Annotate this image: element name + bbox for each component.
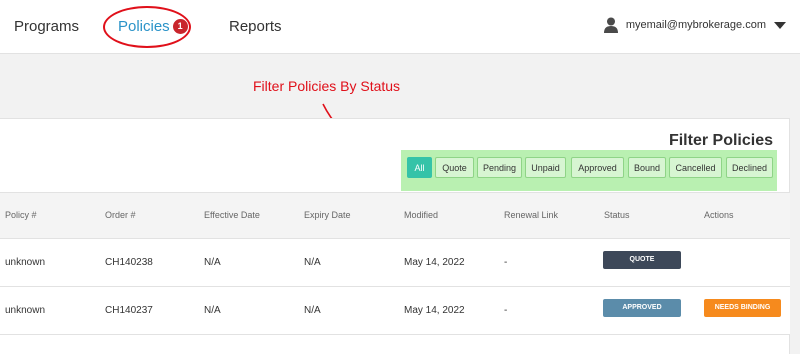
column-header-actions: Actions — [704, 210, 734, 220]
table-row[interactable]: unknown CH140237 N/A N/A May 14, 2022 - … — [0, 287, 790, 335]
nav-reports[interactable]: Reports — [229, 18, 282, 35]
status-badge: APPROVED — [603, 299, 681, 317]
status-filter-bar: All Quote Pending Unpaid Approved Bound … — [401, 150, 777, 191]
policy-number: unknown — [5, 305, 46, 316]
top-navigation: Programs Policies 1 Reports myemail@mybro… — [0, 0, 800, 54]
filter-cancelled-button[interactable]: Cancelled — [669, 157, 722, 178]
panel-title: Filter Policies — [668, 132, 773, 149]
nav-programs[interactable]: Programs — [14, 18, 79, 35]
column-header-renewal-link[interactable]: Renewal Link — [504, 210, 558, 220]
filter-declined-button[interactable]: Declined — [726, 157, 773, 178]
needs-binding-button[interactable]: NEEDS BINDING — [704, 299, 781, 317]
user-icon — [603, 17, 618, 33]
column-header-modified[interactable]: Modified — [404, 210, 438, 220]
nav-policies-label: Policies — [118, 18, 170, 35]
notification-badge: 1 — [172, 19, 188, 34]
caret-down-icon[interactable] — [774, 21, 786, 29]
column-header-status[interactable]: Status — [604, 210, 630, 220]
expiry-date: N/A — [304, 305, 321, 316]
modified-date: May 14, 2022 — [404, 257, 465, 268]
renewal-link: - — [504, 257, 508, 268]
filter-quote-button[interactable]: Quote — [435, 157, 474, 178]
policies-panel: Filter Policies All Quote Pending Unpaid… — [0, 118, 790, 354]
nav-policies[interactable]: Policies 1 — [118, 18, 188, 36]
user-email: myemail@mybrokerage.com — [625, 19, 766, 31]
expiry-date: N/A — [304, 257, 321, 268]
annotation-text: Filter Policies By Status — [253, 78, 401, 94]
filter-bound-button[interactable]: Bound — [628, 157, 666, 178]
filter-pending-button[interactable]: Pending — [477, 157, 522, 178]
policy-number: unknown — [5, 257, 46, 268]
effective-date: N/A — [204, 257, 221, 268]
table-header: Policy # Order # Effective Date Expiry D… — [0, 192, 790, 239]
column-header-policy[interactable]: Policy # — [5, 210, 37, 220]
filter-all-button[interactable]: All — [407, 157, 432, 178]
column-header-order[interactable]: Order # — [105, 210, 136, 220]
order-number[interactable]: CH140238 — [105, 257, 153, 268]
column-header-expiry-date[interactable]: Expiry Date — [304, 210, 351, 220]
column-header-effective-date[interactable]: Effective Date — [204, 210, 260, 220]
filter-approved-button[interactable]: Approved — [571, 157, 624, 178]
filter-unpaid-button[interactable]: Unpaid — [525, 157, 566, 178]
table-row[interactable]: unknown CH140238 N/A N/A May 14, 2022 - … — [0, 239, 790, 287]
status-badge: QUOTE — [603, 251, 681, 269]
effective-date: N/A — [204, 305, 221, 316]
user-menu[interactable]: myemail@mybrokerage.com — [603, 17, 786, 33]
modified-date: May 14, 2022 — [404, 305, 465, 316]
order-number[interactable]: CH140237 — [105, 305, 153, 316]
renewal-link: - — [504, 305, 508, 316]
